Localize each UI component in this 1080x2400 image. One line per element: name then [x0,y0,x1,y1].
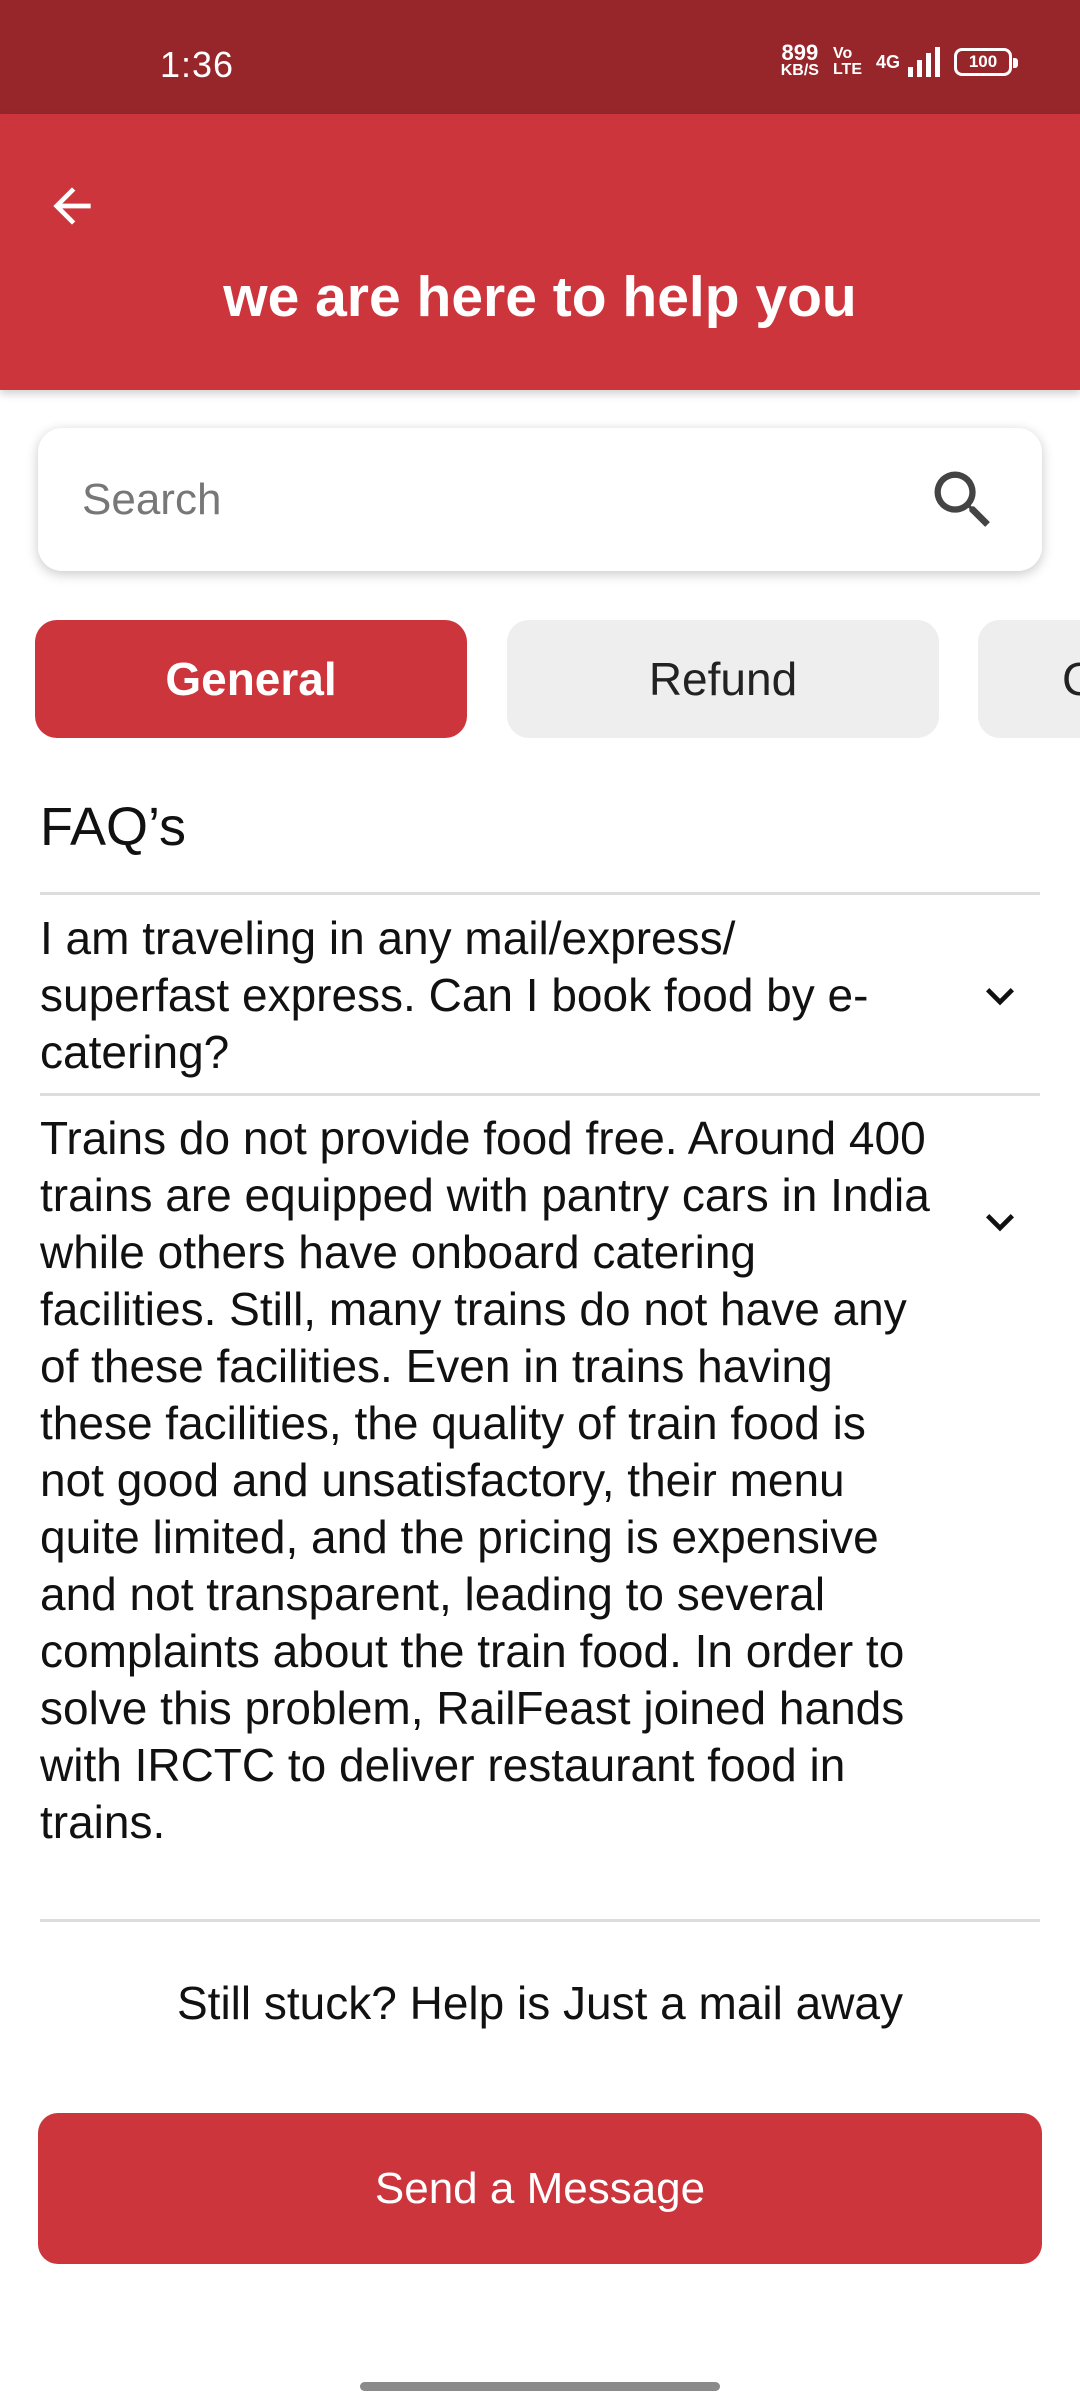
tab-third[interactable]: C [978,620,1080,738]
signal-icon [908,47,940,77]
arrow-left-icon [53,187,91,225]
category-tabs: General Refund C [35,620,1080,740]
battery-level: 100 [968,52,998,71]
faq-question: I am traveling in any mail/express/ supe… [40,912,869,1078]
divider [40,892,1040,895]
tab-general[interactable]: General [35,620,467,738]
search-icon[interactable] [918,455,1008,545]
search-bar [38,428,1042,571]
volte-icon: Vo LTE [833,46,862,78]
search-input[interactable] [38,473,918,526]
divider [40,1093,1040,1096]
page-title: we are here to help you [223,265,857,329]
faq-question: Trains do not provide food free. Around … [40,1112,930,1848]
send-message-button[interactable]: Send a Message [38,2113,1042,2264]
network-speed-value: 899 [781,40,819,65]
chevron-down-icon[interactable] [960,956,1040,1036]
status-icons: 899 KB/S Vo LTE 4G 100 [780,40,1018,80]
faq-heading: FAQ’s [40,797,187,857]
tab-refund[interactable]: Refund [507,620,939,738]
volte-top: Vo [832,45,853,62]
status-time: 1:36 [160,44,235,85]
chevron-down-icon[interactable] [960,1182,1040,1262]
home-indicator[interactable] [360,2382,720,2391]
network-speed-unit: KB/S [780,62,819,79]
divider [40,1919,1040,1922]
back-button[interactable] [30,164,114,248]
help-text: Still stuck? Help is Just a mail away [176,1977,904,2029]
faq-item[interactable]: I am traveling in any mail/express/ supe… [40,910,1040,1081]
app-header: we are here to help you [0,114,1080,390]
battery-icon: 100 [954,48,1018,76]
status-bar: 1:36 899 KB/S Vo LTE 4G 100 [0,0,1080,114]
faq-item[interactable]: Trains do not provide food free. Around … [40,1110,1040,1851]
volte-bottom: LTE [832,61,862,78]
network-speed: 899 KB/S [780,40,819,80]
network-type: 4G [875,51,900,72]
